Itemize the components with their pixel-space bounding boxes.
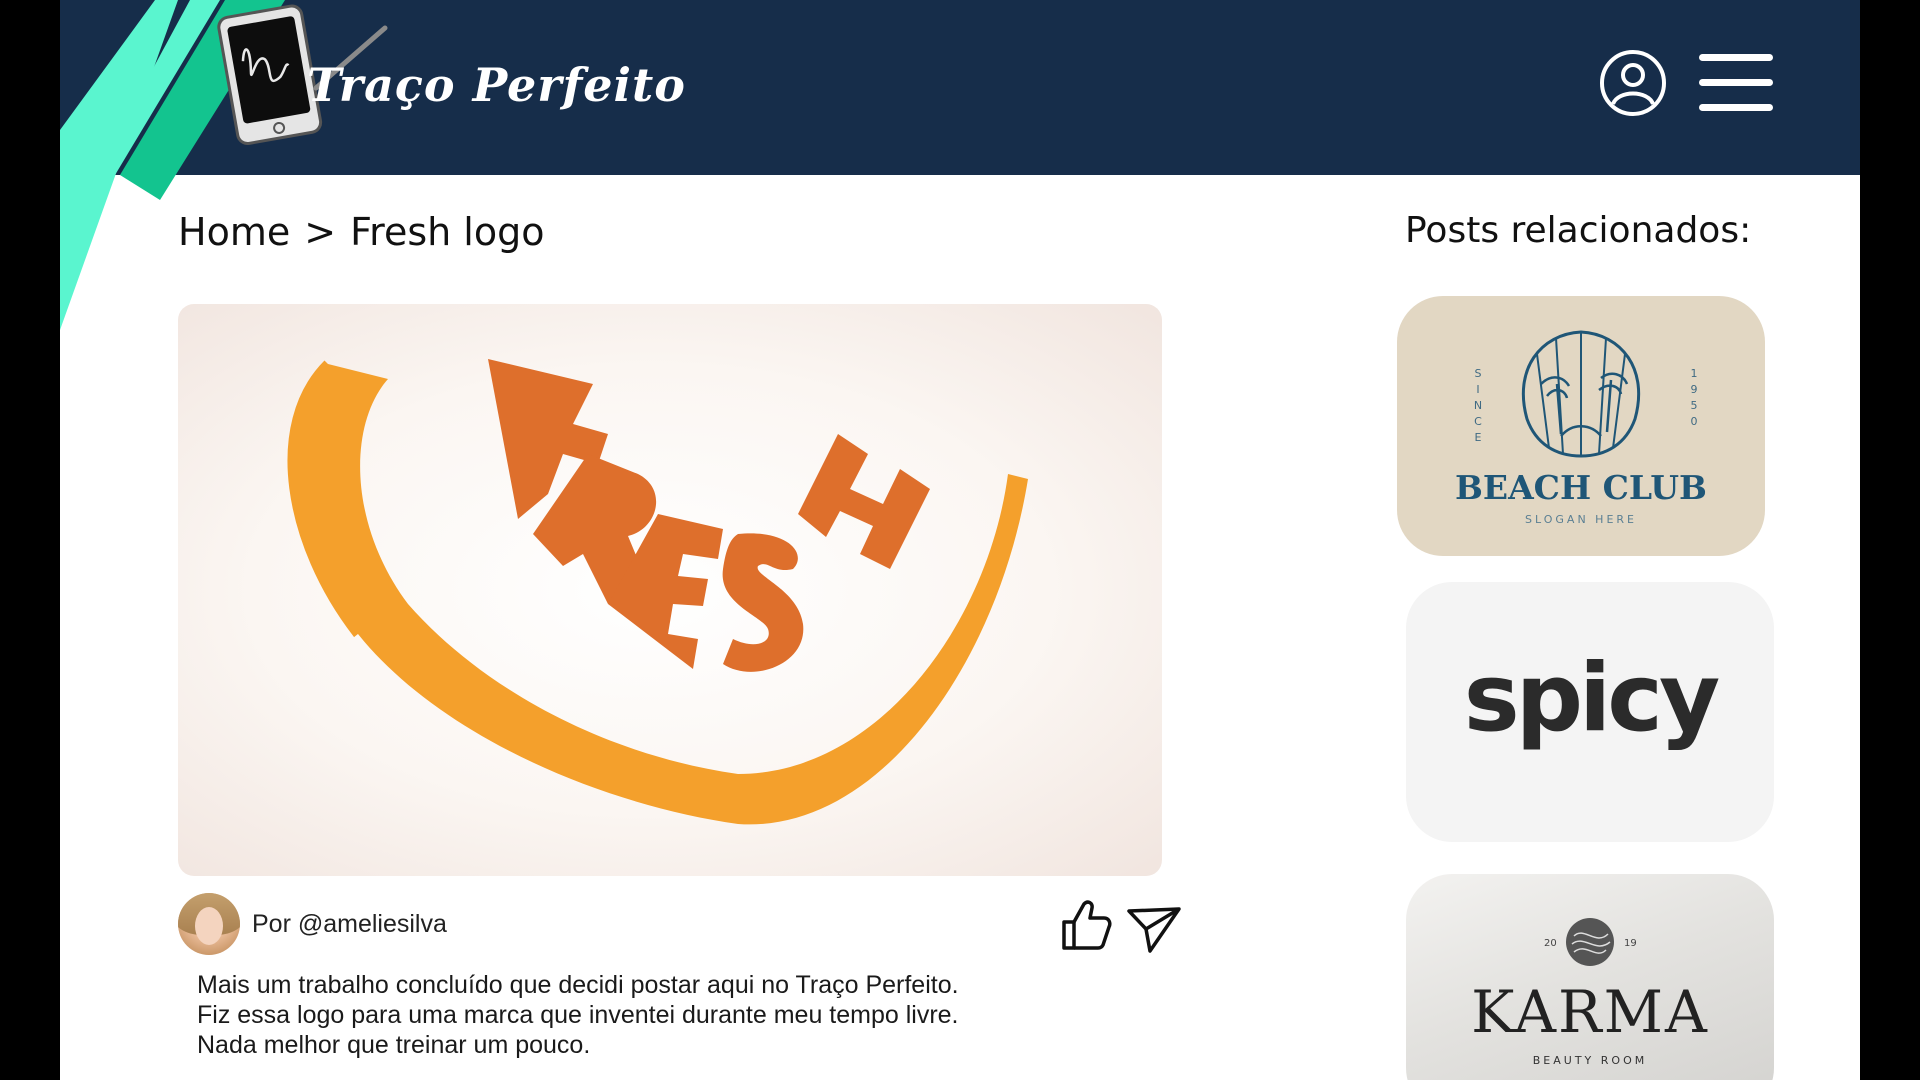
related-post-karma[interactable]: 20 19 KARMA BEAUTY ROOM [1406, 874, 1774, 1080]
karma-year-left: 20 [1544, 938, 1557, 949]
send-icon[interactable] [1126, 905, 1182, 955]
site-header: Traço Perfeito [60, 0, 1860, 330]
post-author[interactable]: Por @ameliesilva [178, 893, 447, 955]
brand-title[interactable]: Traço Perfeito [307, 58, 686, 112]
post-image[interactable] [178, 304, 1162, 876]
hamburger-menu-icon[interactable] [1697, 52, 1775, 114]
thumbs-up-icon[interactable] [1060, 898, 1112, 952]
karma-wordmark: KARMA [1471, 978, 1709, 1046]
beach-club-slogan: SLOGAN HERE [1525, 513, 1637, 526]
karma-subtitle: BEAUTY ROOM [1532, 1054, 1648, 1067]
breadcrumb-current: Fresh logo [350, 210, 545, 254]
related-post-spicy[interactable]: spicy [1406, 582, 1774, 842]
beach-since-label: SINCE [1473, 367, 1483, 444]
related-posts-title: Posts relacionados: [1405, 210, 1752, 251]
author-label[interactable]: Por @ameliesilva [252, 910, 447, 939]
related-post-beach-club[interactable]: SINCE 1950 BEACH CLUB SLOGAN HERE [1397, 296, 1765, 556]
spicy-wordmark: spicy [1463, 644, 1720, 753]
description-line: Fiz essa logo para uma marca que invente… [197, 1001, 959, 1029]
description-line: Mais um trabalho concluído que decidi po… [197, 971, 959, 999]
user-circle-icon[interactable] [1598, 48, 1668, 118]
karma-year-right: 19 [1624, 938, 1637, 949]
post-description: Mais um trabalho concluído que decidi po… [197, 970, 1097, 1060]
beach-club-title: BEACH CLUB [1455, 468, 1707, 507]
seashell-palm-icon [1521, 330, 1641, 458]
karma-emblem-icon [1566, 918, 1614, 966]
fresh-orange-logo [287, 359, 1029, 825]
avatar[interactable] [178, 893, 240, 955]
beach-year-label: 1950 [1690, 367, 1698, 428]
page: Traço Perfeito Home > Fresh logo Por @am… [60, 0, 1860, 1080]
description-line: Nada melhor que treinar um pouco. [197, 1031, 591, 1059]
